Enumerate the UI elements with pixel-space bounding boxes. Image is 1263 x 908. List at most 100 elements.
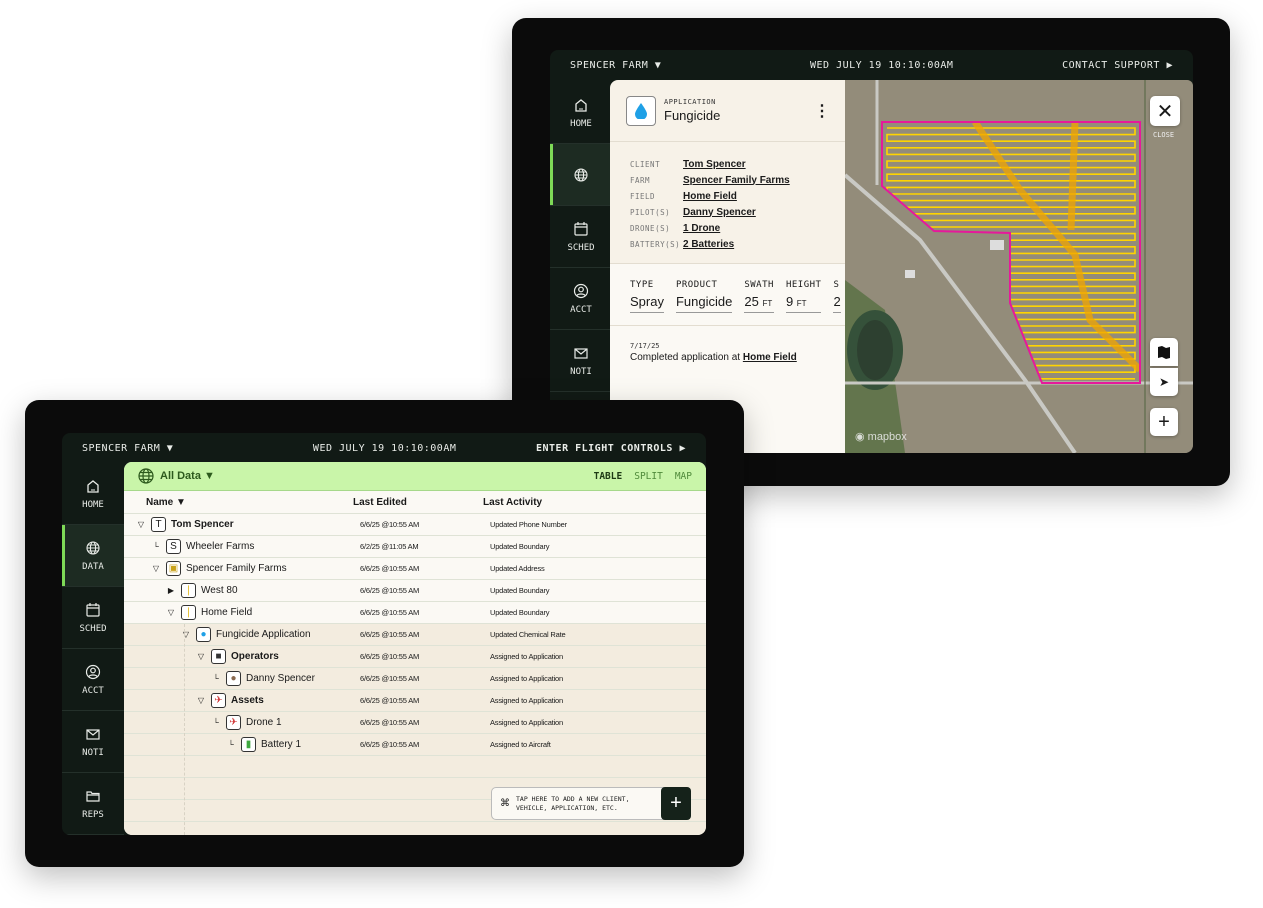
sidebar-item-acct[interactable]: ACCT bbox=[62, 649, 124, 711]
farm-selector[interactable]: SPENCER FARM ▼ bbox=[82, 443, 173, 454]
col-name[interactable]: Name ▼ bbox=[146, 497, 186, 508]
table-row[interactable]: └ ● Danny Spencer 6/6/25 @10:55 AM Assigned … bbox=[124, 668, 706, 690]
farm-selector[interactable]: SPENCER FARM ▼ bbox=[570, 60, 661, 71]
table-row[interactable]: └ ▮ Battery 1 6/6/25 @10:55 AM Assigned to A… bbox=[124, 734, 706, 756]
row-name: Wheeler Farms bbox=[186, 541, 255, 552]
sidebar-label: SCHED bbox=[79, 623, 107, 634]
row-name: Spencer Family Farms bbox=[186, 563, 287, 574]
detail-stats: TYPE Spray PRODUCT Fungicide SWATH 25 FT HEI… bbox=[610, 264, 846, 326]
table-row[interactable]: ▶ ❘ West 80 6/6/25 @10:55 AM Updated Boundar… bbox=[124, 580, 706, 602]
field-link[interactable]: Home Field bbox=[683, 191, 737, 202]
table-row[interactable]: ▽ T Tom Spencer 6/6/25 @10:55 AM Updated Pho… bbox=[124, 514, 706, 536]
zoom-in-button[interactable]: + bbox=[1150, 408, 1178, 436]
map-layers-button[interactable] bbox=[1150, 338, 1178, 366]
scope-selector[interactable]: All Data ▼ bbox=[138, 468, 215, 484]
back-topbar: SPENCER FARM ▼ WED JULY 19 10:10:00AM CO… bbox=[550, 50, 1193, 80]
row-last-edited: 6/6/25 @10:55 AM bbox=[360, 520, 420, 529]
enter-flight-controls-button[interactable]: ENTER FLIGHT CONTROLS ▶ bbox=[536, 443, 686, 454]
tree-connector: └ bbox=[213, 674, 219, 683]
field-link[interactable]: 2 Batteries bbox=[683, 239, 734, 250]
row-last-activity: Assigned to Application bbox=[490, 652, 563, 661]
row-name: Drone 1 bbox=[246, 717, 282, 728]
corn-icon: ❘ bbox=[181, 583, 196, 598]
sidebar-label: ACCT bbox=[570, 304, 592, 315]
sidebar-label: NOTI bbox=[82, 747, 104, 758]
sidebar-label: HOME bbox=[570, 118, 592, 129]
detail-fields: CLIENT Tom Spencer FARM Spencer Family Farm… bbox=[610, 142, 846, 264]
sidebar-item-sched[interactable]: SCHED bbox=[550, 206, 612, 268]
sidebar-item-noti[interactable]: NOTI bbox=[62, 711, 124, 773]
map-view[interactable]: ✕ CLOSE ➤ + ◉ mapbox bbox=[845, 80, 1193, 453]
corn-icon: ❘ bbox=[181, 605, 196, 620]
sidebar-item-noti[interactable]: NOTI bbox=[550, 330, 612, 392]
add-button[interactable]: + bbox=[661, 787, 691, 820]
sidebar-item-data[interactable] bbox=[550, 144, 612, 206]
sidebar-item-home[interactable]: HOME bbox=[62, 463, 124, 525]
view-tab-split[interactable]: SPLIT bbox=[634, 471, 663, 482]
column-divider bbox=[184, 624, 185, 835]
table-row[interactable]: ▽ ● Fungicide Application 6/6/25 @10:55 AM U… bbox=[124, 624, 706, 646]
row-last-activity: Updated Chemical Rate bbox=[490, 630, 566, 639]
row-name: Battery 1 bbox=[261, 739, 302, 750]
home-icon bbox=[575, 98, 587, 112]
sidebar-item-sched[interactable]: SCHED bbox=[62, 587, 124, 649]
expand-toggle[interactable]: ▽ bbox=[196, 696, 206, 705]
expand-toggle[interactable]: ▽ bbox=[166, 608, 176, 617]
contact-support-link[interactable]: CONTACT SUPPORT ▶ bbox=[1062, 60, 1173, 71]
sidebar-item-acct[interactable]: ACCT bbox=[550, 268, 612, 330]
stat-height: HEIGHT 9 FT bbox=[785, 280, 822, 313]
row-name: Home Field bbox=[201, 607, 253, 618]
add-item-bar[interactable]: ⌘ TAP HERE TO ADD A NEW CLIENT, VEHICLE,… bbox=[491, 787, 691, 820]
field-label: FARM bbox=[630, 175, 651, 185]
view-tab-map[interactable]: MAP bbox=[675, 471, 692, 482]
satellite-map[interactable] bbox=[845, 80, 1193, 453]
row-last-edited: 6/6/25 @10:55 AM bbox=[360, 740, 420, 749]
row-last-activity: Updated Phone Number bbox=[490, 520, 567, 529]
row-last-edited: 6/6/25 @10:55 AM bbox=[360, 586, 420, 595]
col-last-edited[interactable]: Last Edited bbox=[353, 497, 407, 508]
col-last-activity[interactable]: Last Activity bbox=[483, 497, 542, 508]
table-row[interactable]: └ S Wheeler Farms 6/2/25 @11:05 AM Updated B… bbox=[124, 536, 706, 558]
field-link[interactable]: Spencer Family Farms bbox=[683, 175, 790, 186]
expand-toggle[interactable]: ▶ bbox=[166, 586, 176, 595]
field-label: CLIENT bbox=[630, 159, 661, 169]
locate-button[interactable]: ➤ bbox=[1150, 368, 1178, 396]
expand-toggle[interactable]: ▽ bbox=[196, 652, 206, 661]
sidebar-item-reps[interactable]: REPS bbox=[62, 773, 124, 835]
drone-icon: ✈ bbox=[211, 693, 226, 708]
close-map-button[interactable]: ✕ bbox=[1150, 96, 1180, 126]
sidebar-item-data[interactable]: DATA bbox=[62, 525, 124, 587]
field-link[interactable]: Danny Spencer bbox=[683, 207, 756, 218]
expand-toggle[interactable]: ▽ bbox=[136, 520, 146, 529]
table-row[interactable]: ▽ ✈ Assets 6/6/25 @10:55 AM Assigned to Appl… bbox=[124, 690, 706, 712]
row-name: Assets bbox=[231, 695, 264, 706]
table-row[interactable]: └ ✈ Drone 1 6/6/25 @10:55 AM Assigned to App… bbox=[124, 712, 706, 734]
row-last-edited: 6/6/25 @10:55 AM bbox=[360, 608, 420, 617]
data-header: All Data ▼ TABLE SPLIT MAP bbox=[124, 462, 706, 491]
row-last-activity: Assigned to Application bbox=[490, 674, 563, 683]
sidebar-item-home[interactable]: HOME bbox=[550, 82, 612, 144]
field-link[interactable]: Tom Spencer bbox=[683, 159, 746, 170]
table-header: Name ▼ Last Edited Last Activity bbox=[124, 491, 706, 514]
table-row[interactable]: ▽ ▣ Spencer Family Farms 6/6/25 @10:55 AM Up… bbox=[124, 558, 706, 580]
view-tab-table[interactable]: TABLE bbox=[594, 471, 623, 482]
expand-toggle[interactable]: ▽ bbox=[151, 564, 161, 573]
calendar-icon bbox=[86, 602, 100, 617]
front-topbar: SPENCER FARM ▼ WED JULY 19 10:10:00AM EN… bbox=[62, 433, 706, 463]
globe-icon bbox=[86, 540, 100, 555]
table-row[interactable]: ▽ ■ Operators 6/6/25 @10:55 AM Assigned to A… bbox=[124, 646, 706, 668]
expand-toggle[interactable]: ▽ bbox=[181, 630, 191, 639]
field-link[interactable]: 1 Drone bbox=[683, 223, 720, 234]
detail-field: FARM Spencer Family Farms bbox=[630, 172, 826, 188]
row-last-activity: Updated Boundary bbox=[490, 542, 550, 551]
table-row[interactable]: ▽ ❘ Home Field 6/6/25 @10:55 AM Updated Boun… bbox=[124, 602, 706, 624]
detail-kind: APPLICATION bbox=[664, 98, 716, 106]
avatar-icon: ● bbox=[226, 671, 241, 686]
close-label: CLOSE bbox=[1153, 131, 1175, 139]
droplet-icon: ● bbox=[196, 627, 211, 642]
activity-link[interactable]: Home Field bbox=[743, 352, 797, 363]
row-last-edited: 6/6/25 @10:55 AM bbox=[360, 674, 420, 683]
more-menu-icon[interactable]: ⋮ bbox=[814, 101, 830, 121]
globe-icon bbox=[138, 468, 154, 484]
sidebar-label: NOTI bbox=[570, 366, 592, 377]
